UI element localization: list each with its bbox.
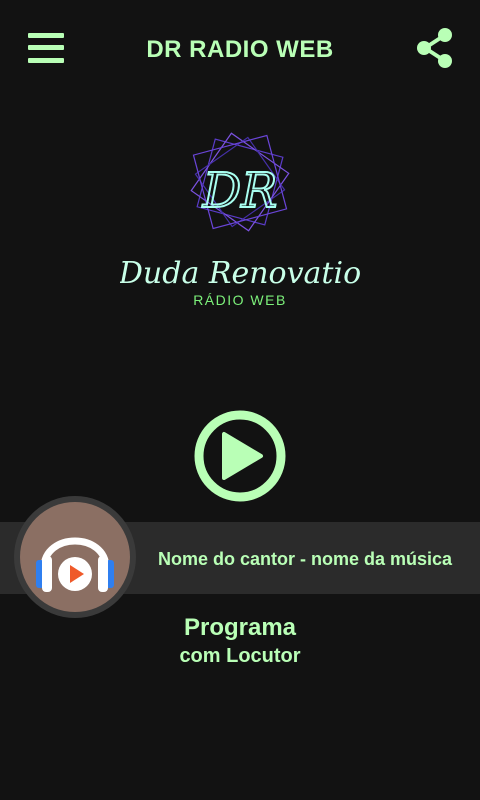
cover-art: [20, 502, 130, 612]
logo-subtitle: RÁDIO WEB: [193, 292, 287, 308]
station-logo: DR Duda Renovatio RÁDIO WEB: [118, 125, 361, 325]
album-cover: [14, 496, 136, 618]
now-playing-text: Nome do cantor - nome da música: [158, 549, 453, 569]
play-button[interactable]: [193, 409, 287, 503]
program-title: Programa: [183, 614, 297, 641]
share-button[interactable]: [415, 27, 455, 69]
app-title: DR RADIO WEB: [146, 36, 334, 63]
logo-monogram: DR: [202, 163, 278, 219]
share-icon: [417, 28, 452, 68]
logo-script-name: Duda Renovatio: [120, 256, 360, 291]
headphones-play-icon: [36, 537, 114, 592]
program-host: com Locutor: [179, 645, 301, 667]
top-bar: DR RADIO WEB: [0, 0, 480, 100]
play-icon: [194, 410, 286, 502]
